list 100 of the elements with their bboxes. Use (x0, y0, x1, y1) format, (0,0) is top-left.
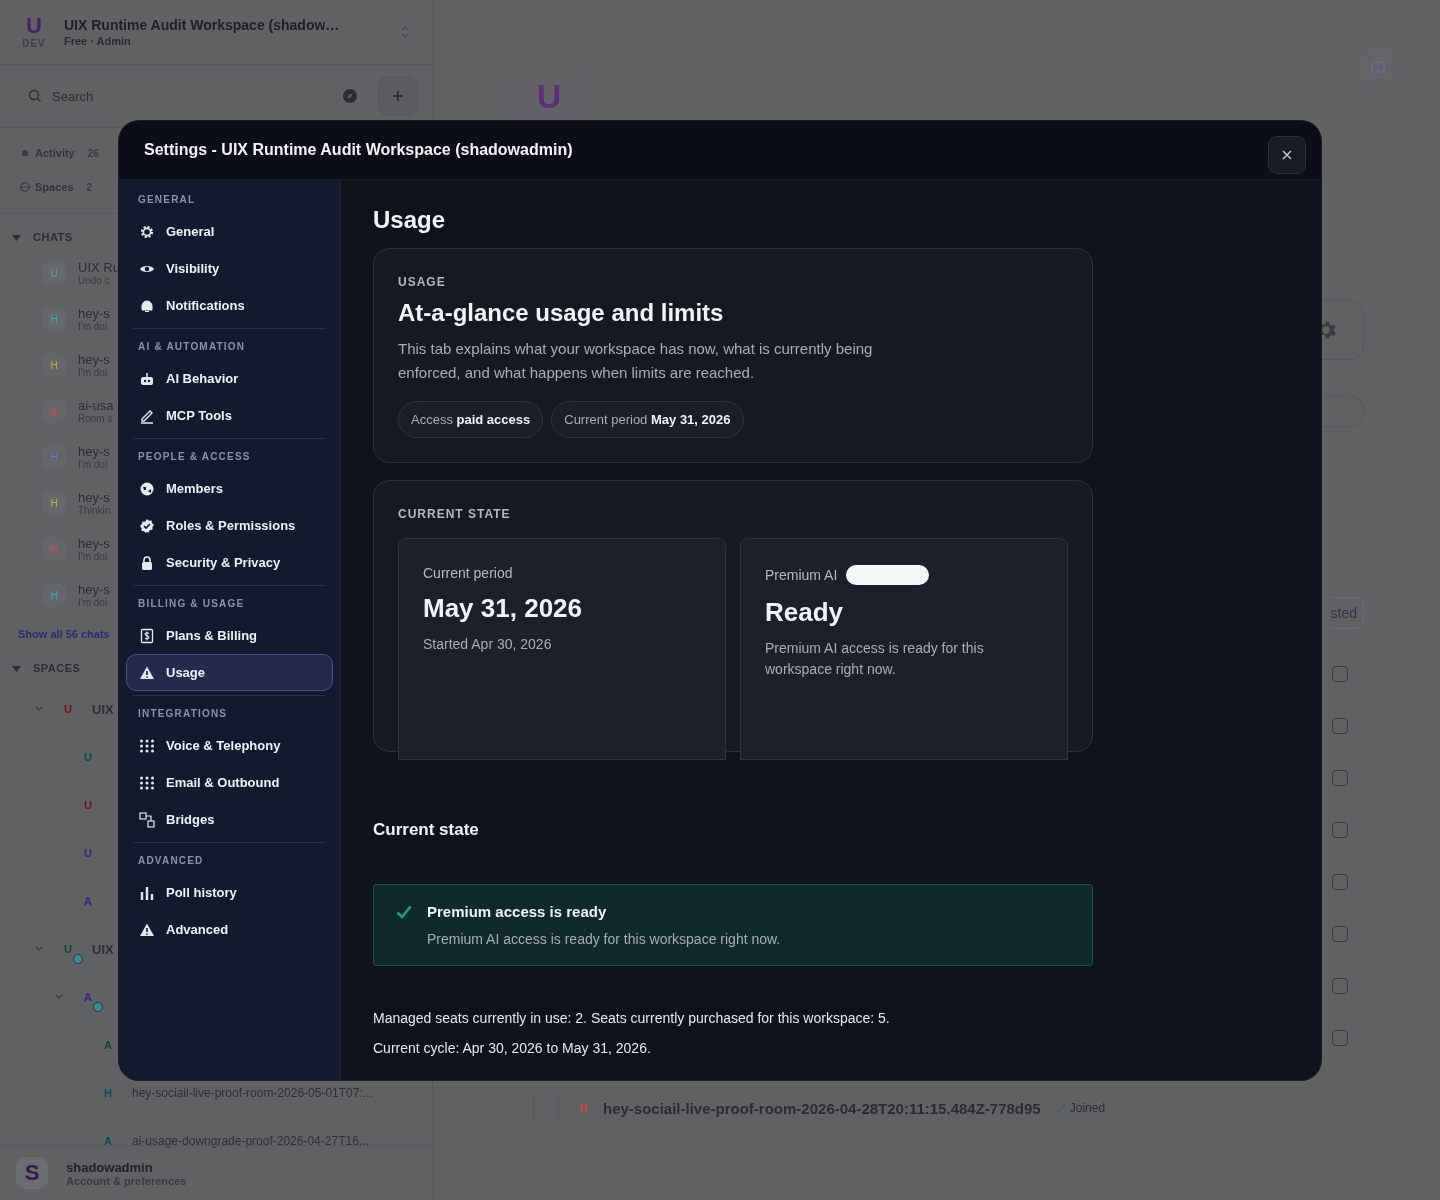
robot-icon (139, 370, 155, 387)
settings-nav-item[interactable]: Roles & Permissions (126, 507, 333, 544)
search-icon (28, 89, 42, 103)
close-button[interactable] (1268, 136, 1306, 174)
checkbox[interactable] (1332, 1030, 1348, 1046)
settings-nav-item[interactable]: AI Behavior (126, 360, 333, 397)
nav-section-heading: INTEGRATIONS (137, 707, 229, 721)
chat-avatar: H (42, 445, 66, 469)
space-avatar: A (103, 1038, 113, 1053)
warn-icon (139, 664, 155, 681)
checkbox[interactable] (1332, 978, 1348, 994)
card-eyebrow: CURRENT STATE (398, 507, 512, 521)
space-avatar: U (83, 750, 93, 765)
info-chip: Access paid access (398, 401, 544, 438)
stat-note: Started Apr 30, 2026 (423, 635, 553, 654)
bell-icon (20, 148, 30, 158)
space-avatar: U (63, 702, 73, 717)
settings-nav-item[interactable]: Advanced (126, 911, 333, 948)
alert-message: Premium AI access is ready for this workspace right now. (427, 931, 781, 947)
space-avatar: U (83, 798, 93, 813)
chat-avatar: H (42, 307, 66, 331)
panel-toggle-button[interactable] (1362, 50, 1394, 84)
room-name[interactable]: hey-sociail-live-proof-room-2026-04-28T20:11:15.484Z-778d95 (603, 1099, 1041, 1117)
space-avatar: U (56, 937, 80, 961)
chat-avatar: U (42, 261, 66, 285)
plus-icon (392, 90, 404, 102)
user-name: shadowadmin (66, 1159, 154, 1175)
stat-value: May 31, 2026 (423, 593, 583, 624)
input-field[interactable] (1323, 395, 1364, 427)
space-avatar: A (103, 1134, 113, 1149)
nav-section-heading: GENERAL (137, 193, 197, 207)
workspace-name: UIX Runtime Audit Workspace (shadow… (64, 17, 341, 33)
checkbox[interactable] (1332, 822, 1348, 838)
settings-nav-item[interactable]: Poll history (126, 874, 333, 911)
info-chip: Current period May 31, 2026 (551, 401, 744, 438)
badge-icon (139, 517, 155, 534)
card-eyebrow: USAGE (398, 275, 447, 289)
stat-note: Premium AI access is ready for this workspace right now. (765, 639, 985, 679)
dollar-icon (139, 627, 155, 644)
checkbox[interactable] (1332, 718, 1348, 734)
chat-avatar: H (42, 583, 66, 607)
checkbox[interactable] (1332, 666, 1348, 682)
warn-icon (139, 921, 155, 938)
settings-nav-item[interactable]: Visibility (126, 250, 333, 287)
detail-text: Current cycle: Apr 30, 2026 to May 31, 2026. (373, 1039, 652, 1058)
chat-avatar: A (42, 399, 66, 423)
nav-section-heading: PEOPLE & ACCESS (137, 450, 252, 464)
add-button[interactable] (378, 76, 418, 116)
check-icon (1052, 1102, 1066, 1114)
settings-nav-item[interactable]: Security & Privacy (126, 544, 333, 581)
user-avatar[interactable]: S (16, 1157, 48, 1189)
chat-avatar: H (42, 353, 66, 377)
card-description: This tab explains what your workspace has now, what is currently being enforced, and what happens when limits are reached. (398, 339, 874, 383)
settings-nav-item[interactable]: Voice & Telephony (126, 727, 333, 764)
dialog-title: Settings - UIX Runtime Audit Workspace (shadowadmin) (144, 141, 573, 159)
stat-label: Premium AI (765, 567, 838, 583)
card-heading: At-a-glance usage and limits (398, 299, 725, 327)
caret-icon[interactable] (12, 232, 21, 242)
globe-icon (20, 182, 30, 192)
alert-title: Premium access is ready (427, 903, 608, 920)
settings-nav-item[interactable]: Plans & Billing (126, 617, 333, 654)
bridge-icon (139, 811, 155, 828)
page-title: Usage (373, 206, 447, 234)
lock-icon (139, 554, 155, 571)
space-avatar: U (83, 846, 93, 861)
panel-icon (1371, 60, 1385, 74)
room-avatar: H (579, 1102, 589, 1114)
space-avatar: A (83, 894, 93, 909)
settings-nav-item[interactable]: MCP Tools (126, 397, 333, 434)
settings-nav-item[interactable]: Bridges (126, 801, 333, 838)
chat-avatar: H (42, 537, 66, 561)
detail-text: Managed seats currently in use: 2. Seats currently purchased for this workspace: 5. (373, 1009, 891, 1028)
nav-section-heading: AI & AUTOMATION (137, 340, 247, 354)
caret-icon[interactable] (12, 663, 21, 673)
gear-icon (139, 223, 155, 240)
settings-nav-item[interactable]: Usage (126, 654, 333, 691)
workspace-initial: U (26, 14, 42, 38)
globe-icon (139, 480, 155, 497)
settings-nav-item[interactable]: Email & Outbound (126, 764, 333, 801)
bars-icon (139, 884, 155, 901)
settings-nav-item[interactable]: Notifications (126, 287, 333, 324)
close-icon (1281, 149, 1293, 161)
space-avatar: A (76, 985, 100, 1009)
section-heading: Current state (373, 820, 480, 840)
dots-icon (139, 774, 155, 791)
bell-icon (139, 297, 155, 314)
compass-icon[interactable] (342, 88, 358, 104)
checkbox[interactable] (1332, 874, 1348, 890)
dots-icon (139, 737, 155, 754)
settings-nav-item[interactable]: General (126, 213, 333, 250)
nav-section-heading: BILLING & USAGE (137, 597, 246, 611)
nav-section-heading: ADVANCED (137, 854, 205, 868)
space-avatar: H (103, 1086, 113, 1101)
checkbox[interactable] (1332, 926, 1348, 942)
stat-label: Current period (423, 565, 513, 581)
stat-value: Ready (765, 597, 845, 628)
chat-avatar: H (42, 491, 66, 515)
checkbox[interactable] (1332, 770, 1348, 786)
settings-nav-item[interactable]: Members (126, 470, 333, 507)
check-icon (396, 905, 412, 919)
